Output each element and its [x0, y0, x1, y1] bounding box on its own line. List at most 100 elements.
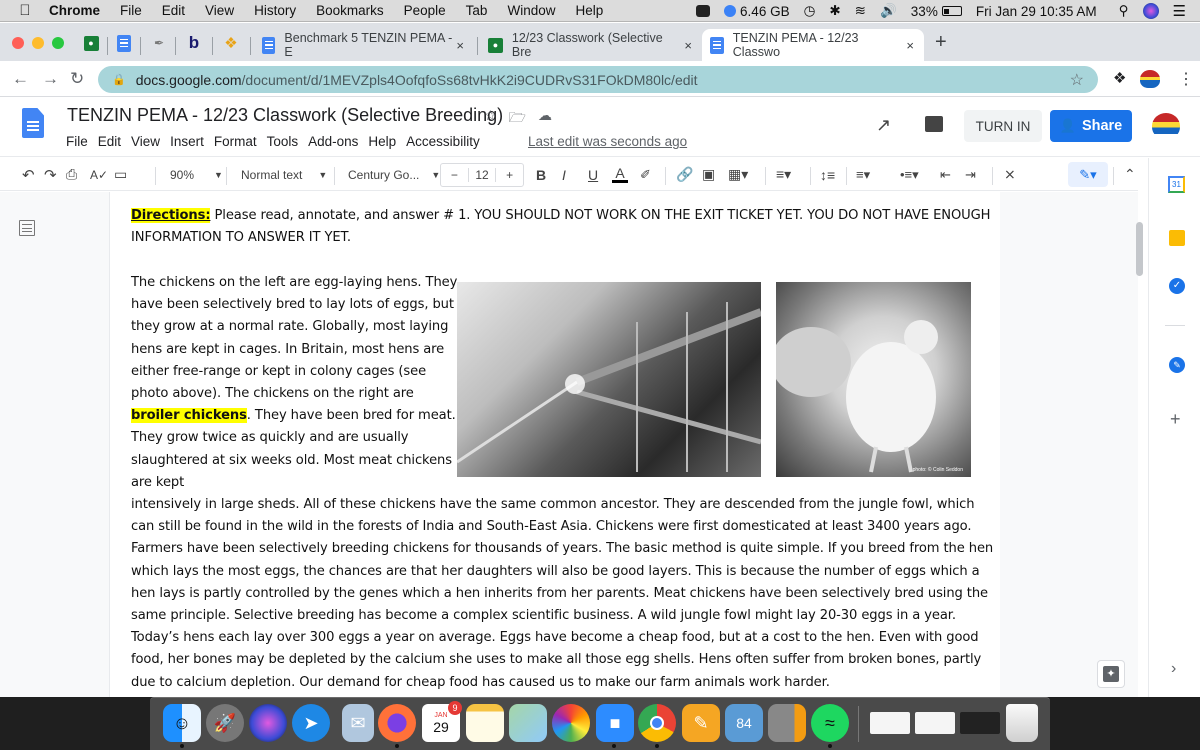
activity-dashboard-icon[interactable]: ↗	[876, 115, 891, 136]
launchpad-icon[interactable]: 🚀	[206, 704, 244, 742]
maps-icon[interactable]	[509, 704, 547, 742]
pinned-tab-b[interactable]: b	[185, 33, 203, 52]
docs-menu-insert[interactable]: Insert	[170, 134, 204, 149]
minimized-firefox-window-1[interactable]	[870, 712, 910, 734]
docs-menu-tools[interactable]: Tools	[267, 134, 299, 149]
editing-mode-button[interactable]: ✎▾	[1068, 162, 1108, 187]
window-minimize-button[interactable]	[32, 37, 44, 49]
bold-button[interactable]: B	[536, 158, 546, 191]
zoom-app-icon[interactable]	[696, 5, 711, 17]
last-edit-link[interactable]: Last edit was seconds ago	[528, 134, 687, 149]
print-icon[interactable]: ⎙	[66, 158, 77, 191]
show-side-panel-chevron-icon[interactable]: ›	[1171, 660, 1176, 678]
url-input[interactable]: 🔒 docs.google.com /document/d/1MEVZpls4O…	[98, 66, 1098, 93]
addon-pen-icon[interactable]: ✎	[1169, 357, 1185, 373]
decrease-indent-icon[interactable]: ⇤	[940, 158, 951, 191]
cloud-status-icon[interactable]: ☁	[538, 107, 552, 131]
vertical-scrollbar[interactable]	[1136, 222, 1143, 276]
reload-button[interactable]: ↻	[70, 69, 84, 89]
pages-icon[interactable]: ✎	[682, 704, 720, 742]
docs-home-logo[interactable]	[22, 108, 44, 138]
decrease-font-size-button[interactable]: −	[441, 168, 468, 182]
insert-link-icon[interactable]: 🔗	[676, 158, 693, 191]
menu-help[interactable]: Help	[575, 3, 603, 18]
bookmark-star-icon[interactable]: ☆	[1070, 70, 1084, 90]
numbered-list-icon[interactable]: ≡▾	[856, 158, 870, 191]
font-size-input[interactable]: 12	[467, 168, 497, 182]
docs-menu-file[interactable]: File	[66, 134, 88, 149]
italic-button[interactable]: I	[562, 158, 566, 191]
window-close-button[interactable]	[12, 37, 24, 49]
dashboard-icon[interactable]: 84	[725, 704, 763, 742]
docs-menu-help[interactable]: Help	[368, 134, 396, 149]
document-title[interactable]: TENZIN PEMA - 12/23 Classwork (Selective…	[67, 105, 503, 126]
align-left-icon[interactable]: ≡▾	[776, 158, 791, 191]
finder-icon[interactable]: ☺	[163, 704, 201, 742]
menu-people[interactable]: People	[404, 3, 446, 18]
docs-menu-addons[interactable]: Add-ons	[308, 134, 358, 149]
google-keep-icon[interactable]	[1169, 230, 1185, 246]
zoom-select[interactable]: 90% ▼	[170, 158, 223, 191]
star-icon[interactable]: ☆	[484, 107, 497, 131]
close-tab-icon[interactable]: ×	[684, 38, 692, 53]
photos-icon[interactable]	[552, 704, 590, 742]
get-addons-plus-icon[interactable]: +	[1170, 409, 1181, 430]
trash-icon[interactable]	[1006, 704, 1038, 742]
extensions-icon[interactable]: ❖	[1113, 69, 1126, 87]
move-to-folder-icon[interactable]: 🗁	[509, 107, 526, 131]
chrome-icon[interactable]	[638, 704, 676, 742]
clock[interactable]: Fri Jan 29 10:35 AM	[976, 4, 1097, 19]
menu-tab[interactable]: Tab	[466, 3, 488, 18]
pinned-tab-puzzle[interactable]: ❖	[222, 34, 240, 52]
chrome-menu-icon[interactable]: ⋮	[1178, 69, 1194, 89]
directions-paragraph[interactable]: Directions: Please read, annotate, and a…	[131, 205, 1001, 250]
docs-menu-view[interactable]: View	[131, 134, 160, 149]
time-machine-icon[interactable]: ◷	[804, 3, 816, 19]
docs-menu-accessibility[interactable]: Accessibility	[406, 134, 480, 149]
docs-menu-edit[interactable]: Edit	[98, 134, 121, 149]
battery-percent[interactable]: 33%	[911, 4, 938, 19]
minimized-firefox-window-2[interactable]	[915, 712, 955, 734]
notification-center-icon[interactable]: ☰	[1173, 2, 1186, 20]
paint-format-icon[interactable]: ▭	[114, 158, 127, 191]
memory-shield-icon[interactable]	[724, 5, 737, 17]
undo-icon[interactable]: ↶	[22, 158, 35, 191]
pinned-tab-classroom[interactable]: ●	[82, 34, 100, 52]
close-tab-icon[interactable]: ×	[456, 38, 464, 53]
menu-history[interactable]: History	[254, 3, 296, 18]
notes-icon[interactable]	[466, 704, 504, 742]
font-family-select[interactable]: Century Go... ▼	[348, 158, 440, 191]
hide-menus-chevron-icon[interactable]: ⌃	[1124, 158, 1136, 191]
docs-menu-format[interactable]: Format	[214, 134, 257, 149]
comments-icon[interactable]	[925, 116, 943, 132]
egg-laying-hens-photo[interactable]	[457, 282, 761, 477]
memory-readout[interactable]: 6.46 GB	[740, 4, 790, 19]
spellcheck-icon[interactable]: A✓	[90, 158, 108, 191]
forward-button[interactable]: →	[42, 69, 59, 89]
calculator-icon[interactable]	[768, 704, 806, 742]
add-comment-icon[interactable]: ▣	[702, 158, 715, 191]
apple-menu-icon[interactable]: 	[17, 2, 33, 19]
main-paragraph[interactable]: intensively in large sheds. All of these…	[131, 494, 1001, 694]
profile-avatar[interactable]	[1140, 70, 1160, 88]
back-button[interactable]: ←	[12, 69, 29, 89]
new-tab-button[interactable]: +	[935, 31, 947, 54]
minimized-spotify-window[interactable]	[960, 712, 1000, 734]
safari-icon[interactable]: ➤	[292, 704, 330, 742]
explore-button[interactable]: ✦	[1097, 660, 1125, 688]
account-avatar[interactable]	[1152, 113, 1180, 139]
siri-dock-icon[interactable]	[249, 704, 287, 742]
menu-view[interactable]: View	[205, 3, 234, 18]
turn-in-button[interactable]: TURN IN	[964, 110, 1042, 142]
firefox-icon[interactable]	[378, 704, 416, 742]
line-spacing-icon[interactable]: ↕≡	[820, 158, 835, 191]
lock-icon[interactable]: 🔒	[112, 73, 126, 86]
underline-button[interactable]: U	[588, 158, 598, 191]
broiler-chicken-photo[interactable]: photo: © Colin Seddon	[776, 282, 971, 477]
font-size-stepper[interactable]: − 12 +	[440, 163, 524, 187]
tab-classwork[interactable]: ● 12/23 Classwork (Selective Bre ×	[480, 29, 702, 61]
share-button[interactable]: 👤 Share	[1050, 110, 1132, 142]
menu-bookmarks[interactable]: Bookmarks	[316, 3, 384, 18]
document-outline-icon[interactable]	[19, 220, 35, 236]
pinned-tab-docs[interactable]	[115, 34, 133, 52]
